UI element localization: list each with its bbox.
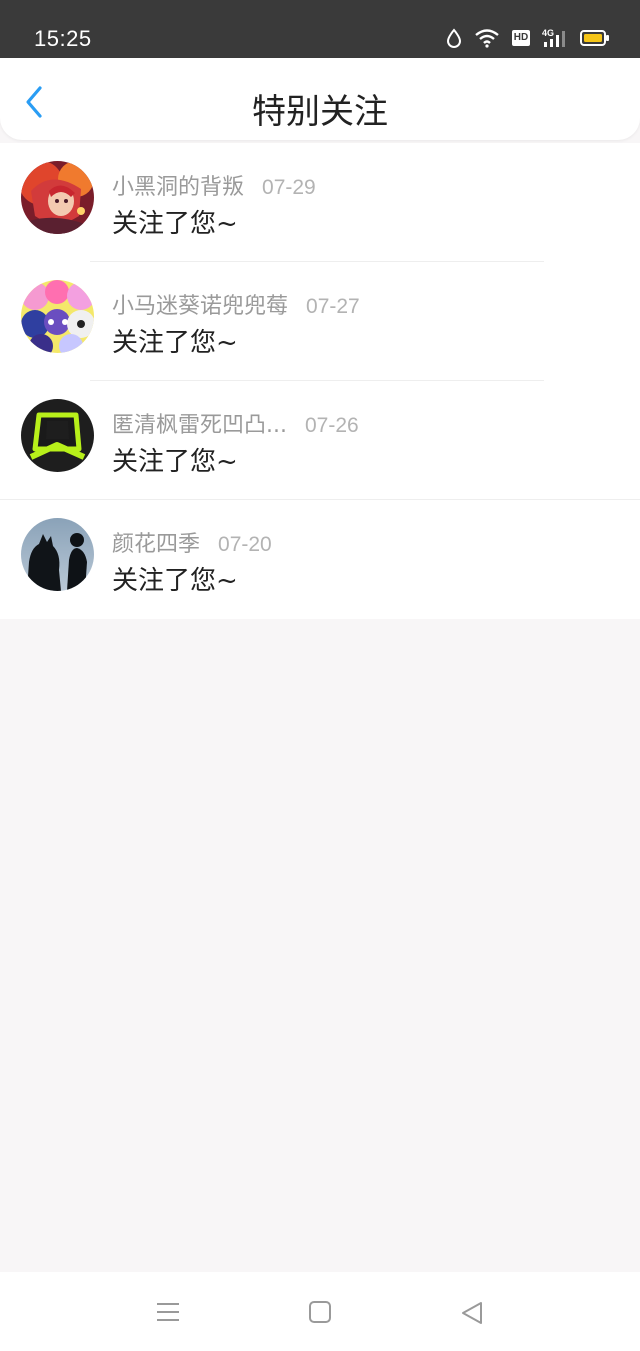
status-time: 15:25 — [34, 26, 92, 51]
item-date: 07-26 — [304, 414, 359, 437]
item-message: 关注了您~ — [112, 328, 238, 358]
item-message: 关注了您~ — [112, 566, 238, 596]
notification-list: 小黑洞的背叛 07-29 关注了您~ 小马迷葵诺兜兜莓 07-27 关注了您~ … — [0, 143, 640, 619]
battery-icon — [580, 29, 610, 47]
avatar[interactable] — [21, 518, 94, 591]
user-name[interactable]: 匿清枫雷死凹凸... — [112, 407, 287, 439]
name-line: 匿清枫雷死凹凸... 07-26 — [112, 407, 359, 439]
page-title: 特别关注 — [252, 92, 388, 132]
network-label: 4G — [542, 28, 554, 38]
home-icon[interactable] — [308, 1300, 332, 1328]
user-name[interactable]: 颜花四季 — [112, 526, 200, 558]
wifi-icon — [474, 28, 500, 48]
signal-4g-icon: 4G — [542, 28, 568, 48]
list-item[interactable]: 小马迷葵诺兜兜莓 07-27 关注了您~ — [0, 262, 640, 381]
user-name[interactable]: 小黑洞的背叛 — [112, 169, 244, 201]
name-line: 小马迷葵诺兜兜莓 07-27 — [112, 288, 360, 320]
item-message: 关注了您~ — [112, 447, 238, 477]
status-bar: 15:25 HD 4G — [0, 0, 640, 58]
item-message: 关注了您~ — [112, 209, 238, 239]
name-line: 颜花四季 07-20 — [112, 526, 272, 558]
list-item[interactable]: 小黑洞的背叛 07-29 关注了您~ — [0, 143, 640, 262]
user-name[interactable]: 小马迷葵诺兜兜莓 — [112, 288, 288, 320]
avatar[interactable] — [21, 399, 94, 472]
item-date: 07-27 — [306, 295, 360, 318]
avatar[interactable] — [21, 161, 94, 234]
back-icon[interactable] — [459, 1300, 485, 1330]
header: 特别关注 — [0, 58, 640, 140]
system-nav-bar — [0, 1272, 640, 1351]
data-saver-icon — [446, 28, 462, 48]
list-item[interactable]: 匿清枫雷死凹凸... 07-26 关注了您~ — [0, 381, 640, 500]
menu-icon[interactable] — [155, 1300, 181, 1328]
hd-icon: HD — [512, 30, 530, 46]
item-date: 07-20 — [218, 533, 272, 556]
status-icons: HD 4G — [446, 28, 610, 48]
avatar[interactable] — [21, 280, 94, 353]
list-item[interactable]: 颜花四季 07-20 关注了您~ — [0, 500, 640, 619]
name-line: 小黑洞的背叛 07-29 — [112, 169, 316, 201]
item-date: 07-29 — [262, 176, 316, 199]
